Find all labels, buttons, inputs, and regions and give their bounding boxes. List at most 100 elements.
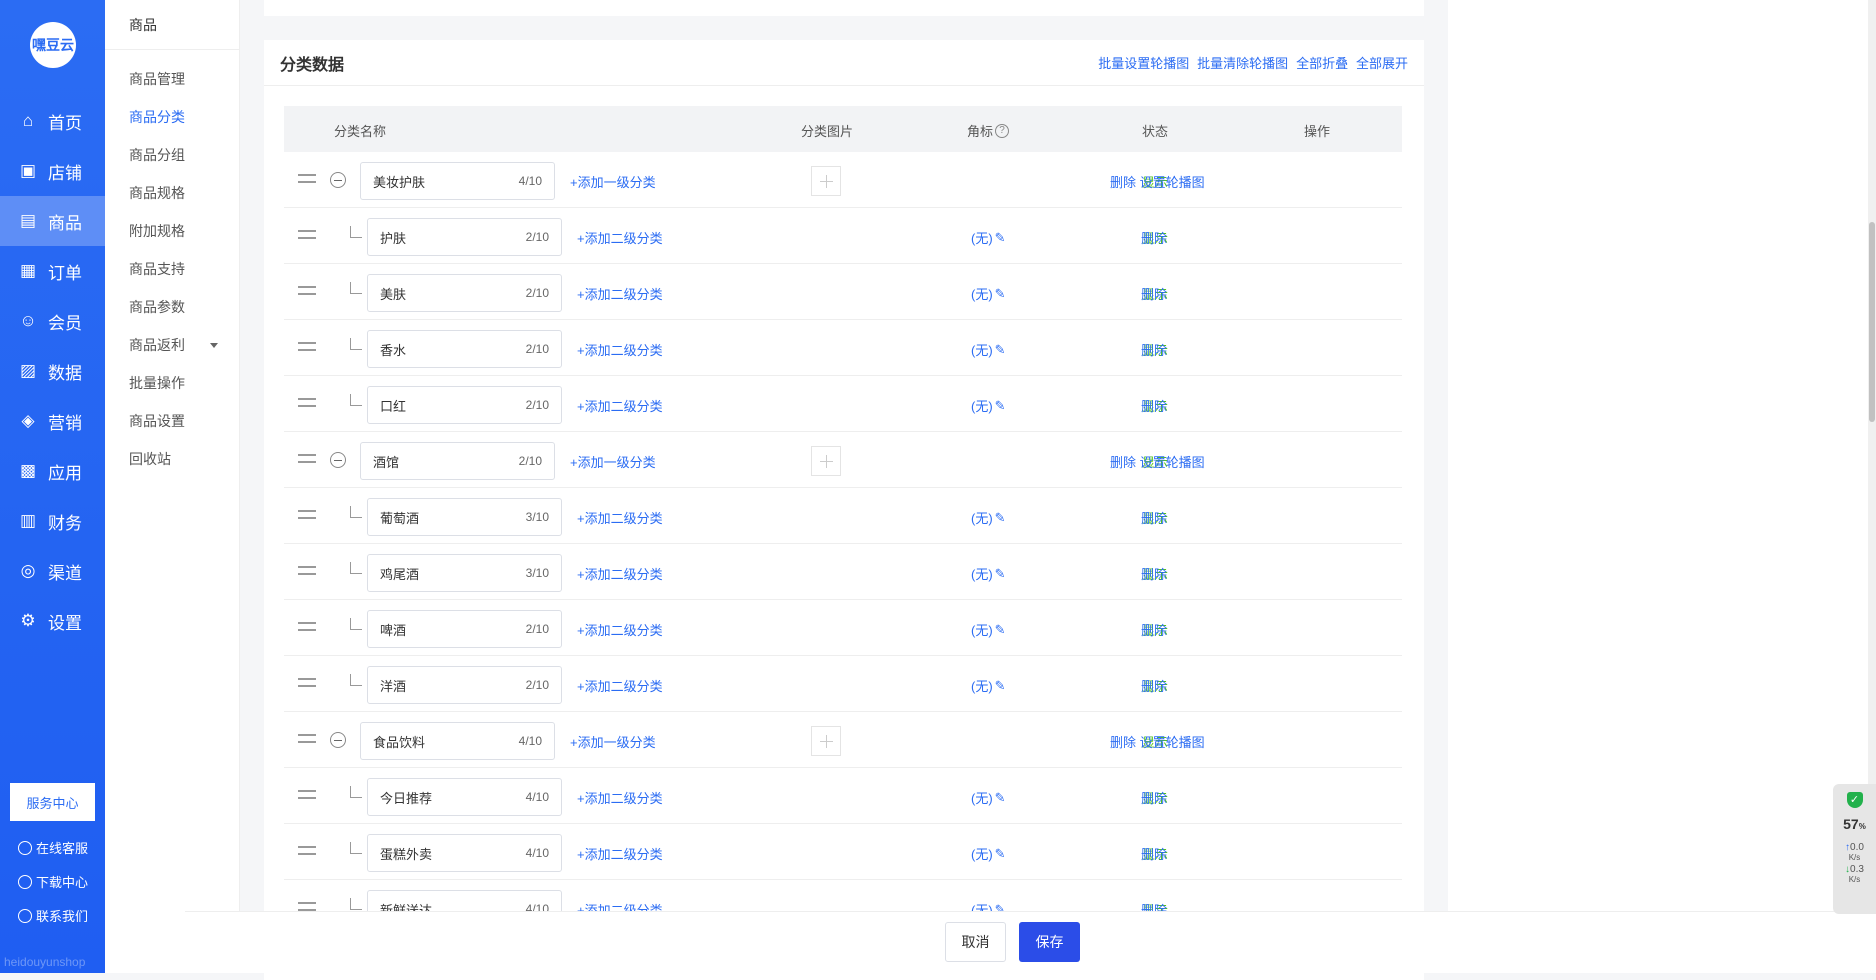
- drag-handle-icon[interactable]: [298, 510, 316, 524]
- download-center-link[interactable]: 下载中心: [18, 872, 88, 891]
- nav-item-4[interactable]: ☺ 会员: [0, 296, 105, 346]
- add-level2-link[interactable]: +添加二级分类: [577, 676, 663, 695]
- edit-pen-icon[interactable]: ✎: [995, 790, 1006, 806]
- corner-badge-link[interactable]: (无)✎: [971, 508, 1006, 527]
- upload-image-button[interactable]: [811, 166, 841, 196]
- subnav-item-6[interactable]: 商品参数: [105, 288, 239, 326]
- drag-handle-icon[interactable]: [298, 286, 316, 300]
- collapse-icon[interactable]: [330, 172, 346, 188]
- help-icon[interactable]: ?: [995, 123, 1010, 138]
- delete-link[interactable]: 删除: [1110, 735, 1136, 750]
- category-name-input[interactable]: 酒馆 2/10: [360, 442, 555, 480]
- add-level2-link[interactable]: +添加二级分类: [577, 620, 663, 639]
- delete-link[interactable]: 删除: [1141, 511, 1167, 526]
- delete-link[interactable]: 删除: [1141, 399, 1167, 414]
- delete-link[interactable]: 删除: [1141, 567, 1167, 582]
- upload-image-button[interactable]: [811, 446, 841, 476]
- drag-handle-icon[interactable]: [298, 566, 316, 580]
- corner-badge-link[interactable]: (无)✎: [971, 340, 1006, 359]
- delete-link[interactable]: 删除: [1141, 623, 1167, 638]
- add-level1-link[interactable]: +添加一级分类: [570, 732, 656, 751]
- collapse-icon[interactable]: [330, 452, 346, 468]
- delete-link[interactable]: 删除: [1110, 455, 1136, 470]
- category-name-input[interactable]: 今日推荐 4/10: [367, 778, 562, 816]
- category-name-input[interactable]: 口红 2/10: [367, 386, 562, 424]
- subnav-item-5[interactable]: 商品支持: [105, 250, 239, 288]
- batch-set-carousel-link[interactable]: 批量设置轮播图: [1098, 56, 1189, 71]
- nav-item-3[interactable]: ▦ 订单: [0, 246, 105, 296]
- network-widget[interactable]: ✓ 57% ↑0.0 K/s ↓0.3 K/s: [1833, 784, 1876, 914]
- add-level2-link[interactable]: +添加二级分类: [577, 396, 663, 415]
- subnav-item-3[interactable]: 商品规格: [105, 174, 239, 212]
- delete-link[interactable]: 删除: [1141, 847, 1167, 862]
- edit-pen-icon[interactable]: ✎: [995, 230, 1006, 246]
- cancel-button[interactable]: 取消: [945, 922, 1006, 962]
- subnav-item-9[interactable]: 商品设置: [105, 402, 239, 440]
- corner-badge-link[interactable]: (无)✎: [971, 284, 1006, 303]
- set-carousel-link[interactable]: 设置轮播图: [1140, 455, 1205, 470]
- drag-handle-icon[interactable]: [298, 398, 316, 412]
- corner-badge-link[interactable]: (无)✎: [971, 676, 1006, 695]
- scrollbar-thumb[interactable]: [1869, 222, 1875, 422]
- subnav-item-7[interactable]: 商品返利: [105, 326, 239, 364]
- add-level2-link[interactable]: +添加二级分类: [577, 564, 663, 583]
- nav-item-10[interactable]: ⚙ 设置: [0, 596, 105, 646]
- category-name-input[interactable]: 葡萄酒 3/10: [367, 498, 562, 536]
- corner-badge-link[interactable]: (无)✎: [971, 228, 1006, 247]
- corner-badge-link[interactable]: (无)✎: [971, 620, 1006, 639]
- nav-item-9[interactable]: ◎ 渠道: [0, 546, 105, 596]
- corner-badge-link[interactable]: (无)✎: [971, 396, 1006, 415]
- drag-handle-icon[interactable]: [298, 678, 316, 692]
- add-level2-link[interactable]: +添加二级分类: [577, 228, 663, 247]
- edit-pen-icon[interactable]: ✎: [995, 398, 1006, 414]
- delete-link[interactable]: 删除: [1141, 343, 1167, 358]
- drag-handle-icon[interactable]: [298, 790, 316, 804]
- drag-handle-icon[interactable]: [298, 174, 316, 188]
- add-level2-link[interactable]: +添加二级分类: [577, 788, 663, 807]
- delete-link[interactable]: 删除: [1141, 287, 1167, 302]
- contact-us-link[interactable]: 联系我们: [18, 906, 88, 925]
- save-button[interactable]: 保存: [1019, 922, 1080, 962]
- add-level2-link[interactable]: +添加二级分类: [577, 284, 663, 303]
- category-name-input[interactable]: 美妆护肤 4/10: [360, 162, 555, 200]
- add-level2-link[interactable]: +添加二级分类: [577, 844, 663, 863]
- edit-pen-icon[interactable]: ✎: [995, 566, 1006, 582]
- category-name-input[interactable]: 食品饮料 4/10: [360, 722, 555, 760]
- nav-item-1[interactable]: ▣ 店铺: [0, 146, 105, 196]
- category-name-input[interactable]: 香水 2/10: [367, 330, 562, 368]
- batch-clear-carousel-link[interactable]: 批量清除轮播图: [1197, 56, 1288, 71]
- delete-link[interactable]: 删除: [1141, 231, 1167, 246]
- brand-logo[interactable]: 嘿豆云: [30, 22, 76, 68]
- set-carousel-link[interactable]: 设置轮播图: [1140, 175, 1205, 190]
- nav-item-5[interactable]: ▨ 数据: [0, 346, 105, 396]
- set-carousel-link[interactable]: 设置轮播图: [1140, 735, 1205, 750]
- nav-item-2[interactable]: ▤ 商品: [0, 196, 105, 246]
- expand-all-link[interactable]: 全部展开: [1356, 56, 1408, 71]
- drag-handle-icon[interactable]: [298, 846, 316, 860]
- add-level1-link[interactable]: +添加一级分类: [570, 172, 656, 191]
- add-level2-link[interactable]: +添加二级分类: [577, 340, 663, 359]
- subnav-item-1[interactable]: 商品分类: [105, 98, 239, 136]
- subnav-item-0[interactable]: 商品管理: [105, 60, 239, 98]
- subnav-item-4[interactable]: 附加规格: [105, 212, 239, 250]
- nav-item-8[interactable]: ▥ 财务: [0, 496, 105, 546]
- category-name-input[interactable]: 洋酒 2/10: [367, 666, 562, 704]
- add-level1-link[interactable]: +添加一级分类: [570, 452, 656, 471]
- subnav-item-10[interactable]: 回收站: [105, 440, 239, 478]
- category-name-input[interactable]: 护肤 2/10: [367, 218, 562, 256]
- category-name-input[interactable]: 美肤 2/10: [367, 274, 562, 312]
- edit-pen-icon[interactable]: ✎: [995, 622, 1006, 638]
- nav-item-7[interactable]: ▩ 应用: [0, 446, 105, 496]
- drag-handle-icon[interactable]: [298, 454, 316, 468]
- collapse-all-link[interactable]: 全部折叠: [1296, 56, 1348, 71]
- category-name-input[interactable]: 蛋糕外卖 4/10: [367, 834, 562, 872]
- delete-link[interactable]: 删除: [1141, 679, 1167, 694]
- collapse-icon[interactable]: [330, 732, 346, 748]
- subnav-item-8[interactable]: 批量操作: [105, 364, 239, 402]
- drag-handle-icon[interactable]: [298, 230, 316, 244]
- drag-handle-icon[interactable]: [298, 734, 316, 748]
- edit-pen-icon[interactable]: ✎: [995, 678, 1006, 694]
- delete-link[interactable]: 删除: [1141, 791, 1167, 806]
- service-center-button[interactable]: 服务中心: [10, 783, 95, 821]
- edit-pen-icon[interactable]: ✎: [995, 286, 1006, 302]
